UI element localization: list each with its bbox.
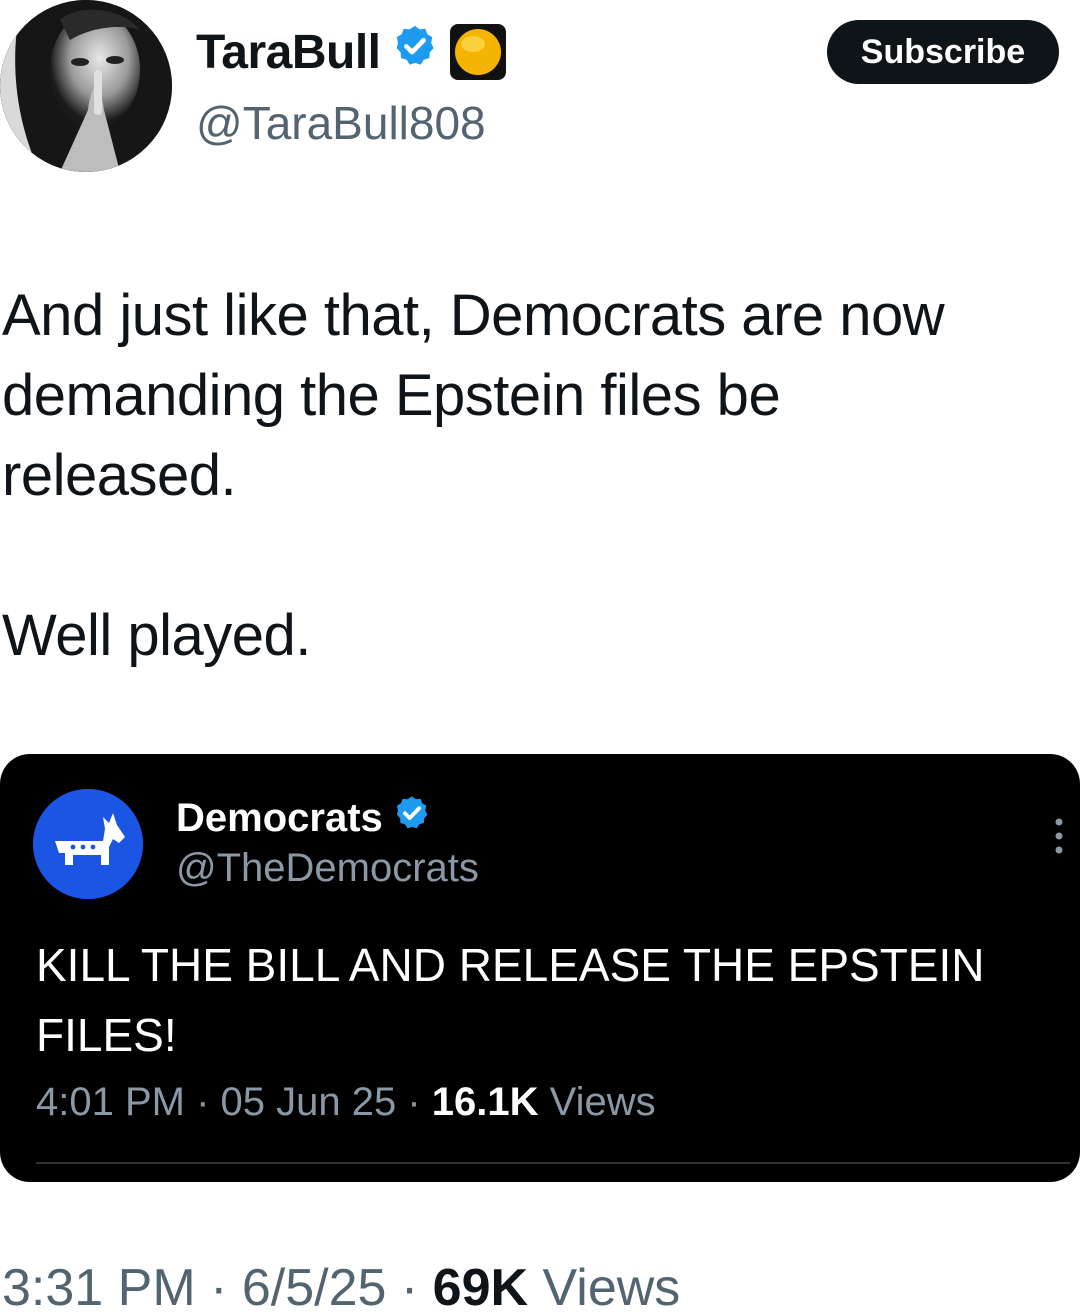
verified-badge-icon [393,794,431,842]
tweet-text-line: And just like that, Democrats are now [2,283,945,348]
author-avatar[interactable] [0,0,172,172]
tweet-text-line: Well played. [2,603,311,668]
quoted-date[interactable]: 05 Jun 25 [221,1080,397,1124]
subscribe-button[interactable]: Subscribe [827,20,1059,84]
meta-separator: · [386,1259,433,1315]
quoted-author-name-text: Democrats [176,795,383,840]
divider [36,1162,1070,1164]
quoted-views-count: 16.1K [431,1080,539,1124]
quoted-tweet-text: KILL THE BILL AND RELEASE THE EPSTEIN FI… [36,939,985,1061]
tweet-meta: 3:31 PM · 6/5/25 · 69K Views [2,1258,680,1315]
verified-badge-icon [392,23,438,81]
tweet-text-line: released. [2,443,237,508]
more-options-icon[interactable] [1052,816,1066,856]
tweet-text-line: demanding the Epstein files be [2,363,781,428]
quoted-time[interactable]: 4:01 PM [36,1080,185,1124]
author-name-text: TaraBull [196,25,381,79]
tweet-views-count: 69K [432,1259,529,1315]
quoted-views-label: Views [538,1080,656,1124]
tweet-views-label: Views [528,1259,681,1315]
meta-separator: · [396,1080,432,1124]
yellow-circle-badge-icon[interactable] [448,22,508,82]
tweet-date[interactable]: 6/5/25 [242,1259,387,1315]
avatar-photo [0,0,172,172]
quoted-tweet-meta: 4:01 PM · 05 Jun 25 · 16.1K Views [36,1080,656,1125]
quoted-author-name[interactable]: Democrats [176,794,431,842]
tweet-time[interactable]: 3:31 PM [2,1259,196,1315]
quoted-author-handle[interactable]: @TheDemocrats [176,846,479,891]
democrats-donkey-icon [33,789,143,899]
author-display-name[interactable]: TaraBull [196,22,508,82]
quoted-tweet-card[interactable]: Democrats @TheDemocrats KILL THE BILL AN… [0,754,1080,1182]
democrats-avatar[interactable] [33,789,143,899]
author-handle[interactable]: @TaraBull808 [196,96,486,150]
tweet-text: And just like that, Democrats are now de… [2,276,1062,676]
meta-separator: · [184,1080,221,1124]
meta-separator: · [195,1259,242,1315]
